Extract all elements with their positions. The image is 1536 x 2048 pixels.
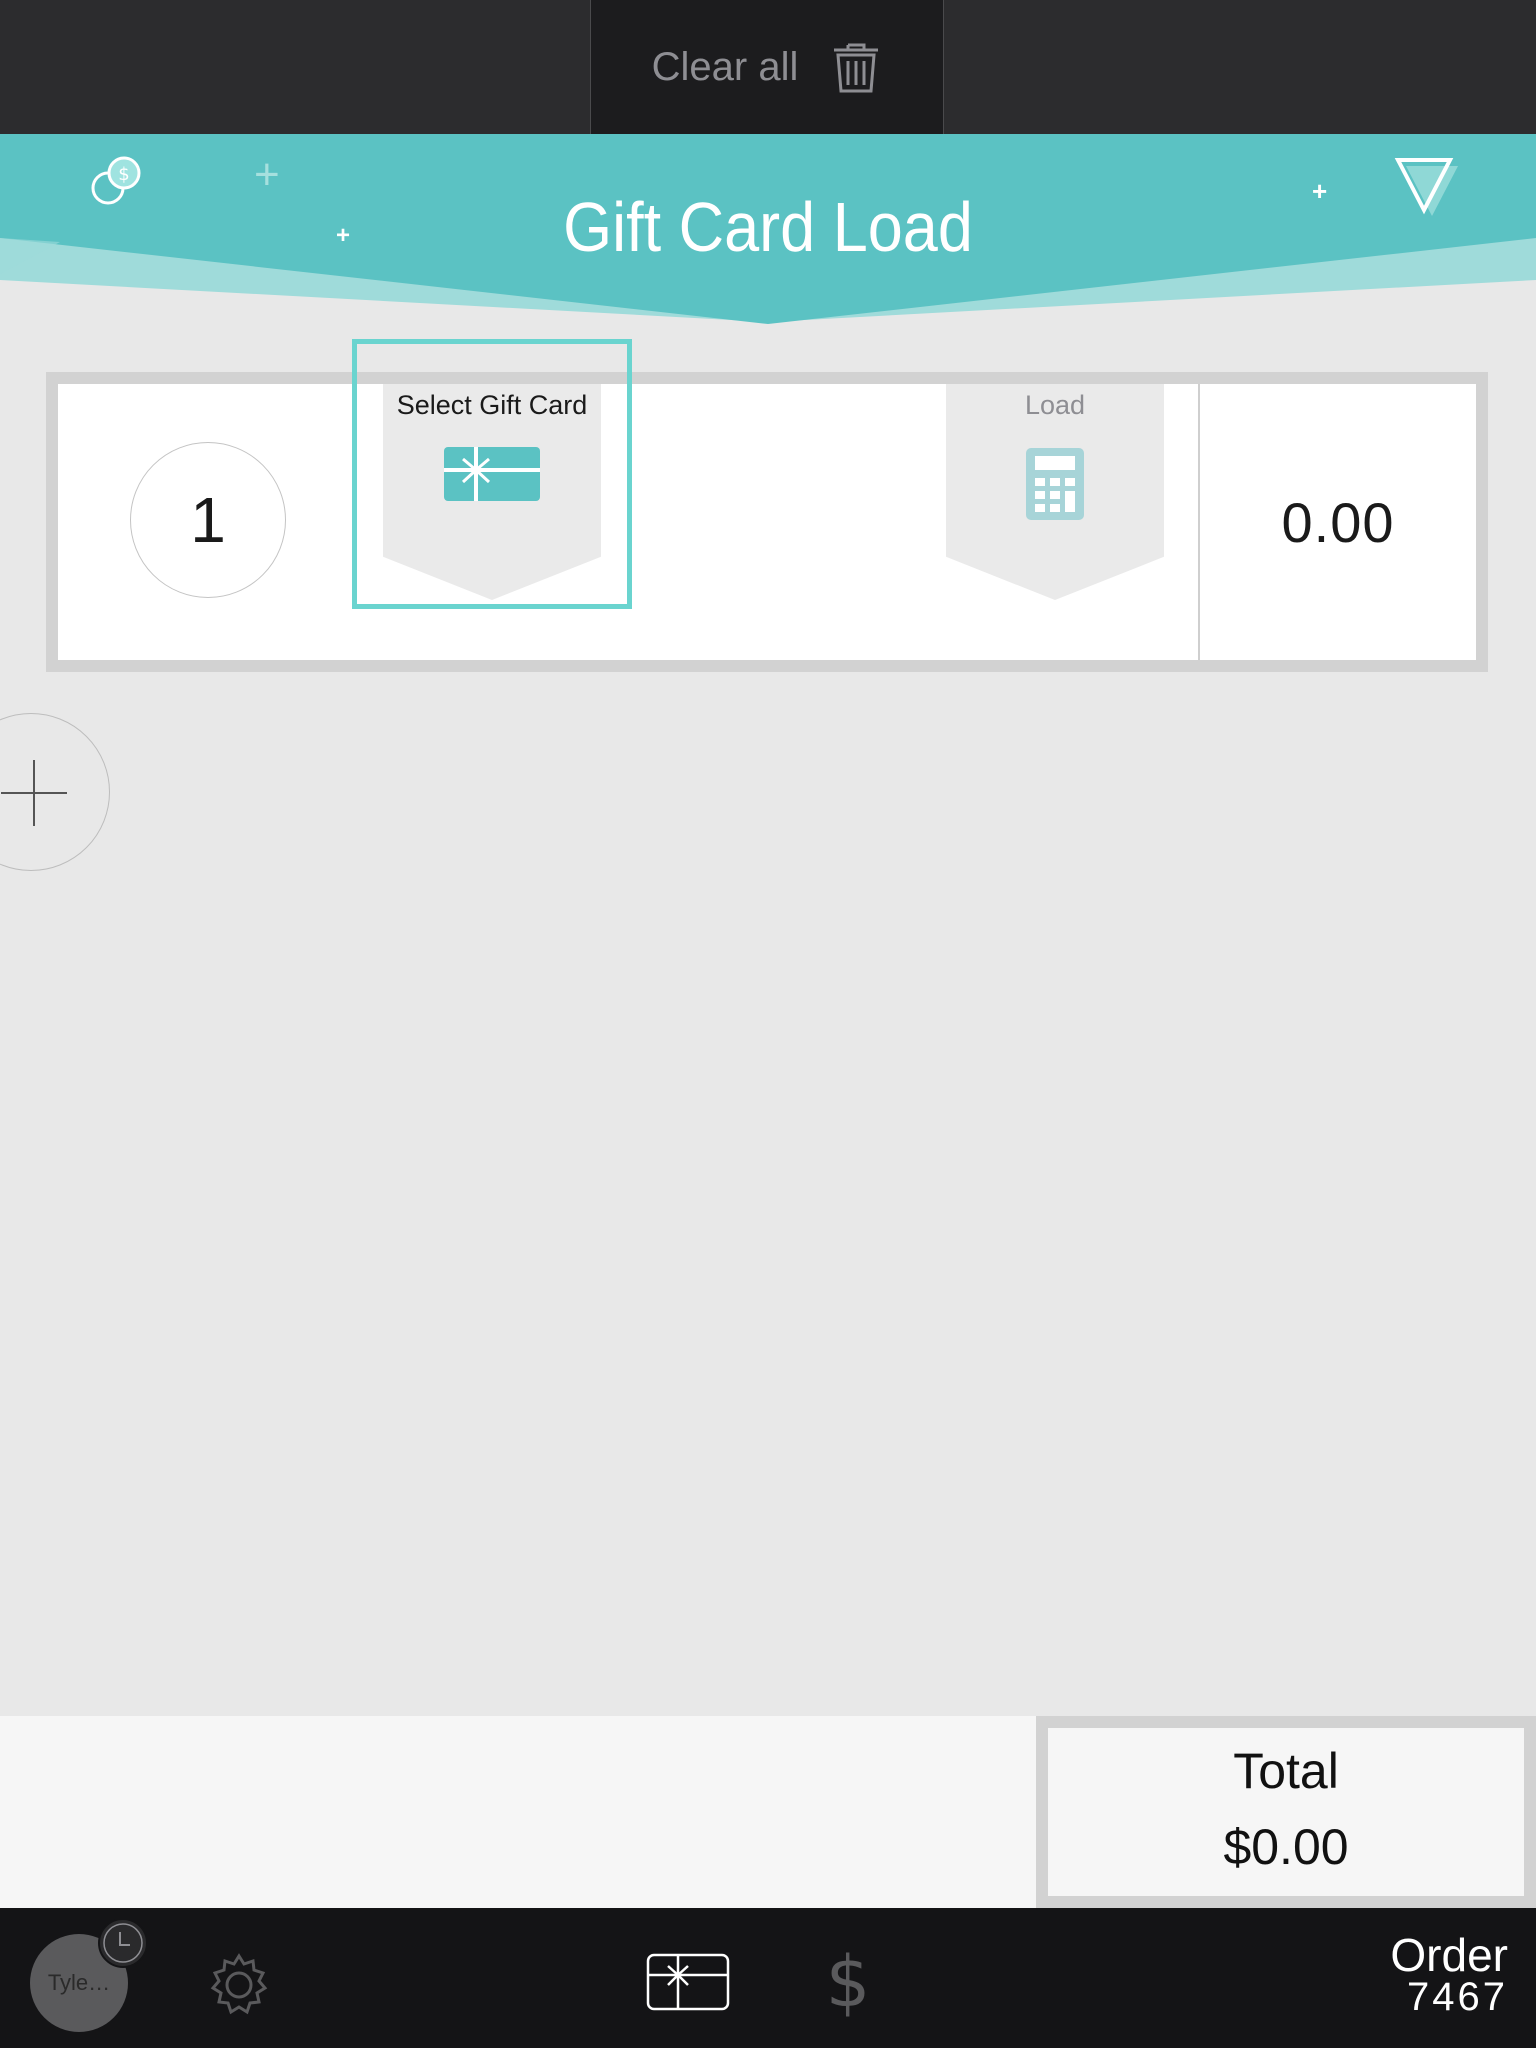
calculator-icon	[1026, 448, 1084, 520]
row-number: 1	[130, 442, 286, 598]
total-label: Total	[1233, 1743, 1339, 1799]
select-gift-card-label: Select Gift Card	[396, 390, 588, 420]
total-value: $0.00	[1223, 1819, 1349, 1875]
clear-all-label: Clear all	[651, 44, 799, 89]
clock-icon	[98, 1918, 148, 1968]
summary-strip	[0, 1716, 1036, 1908]
load-label: Load	[1024, 390, 1086, 420]
trash-icon	[834, 43, 879, 93]
add-row-button[interactable]	[0, 713, 110, 871]
select-gift-card-button[interactable]: Select Gift Card	[383, 384, 601, 600]
plus-icon	[33, 760, 35, 826]
top-bar: Clear all	[0, 0, 1536, 135]
gift-card-row: 1 Select Gift Card Load 0.00	[46, 372, 1488, 672]
total-panel: Total $0.00	[1036, 1716, 1536, 1908]
order-number: 7467	[1407, 1975, 1508, 2019]
gift-card-nav-icon[interactable]	[646, 1953, 730, 2011]
load-amount-button[interactable]: Load	[946, 384, 1164, 600]
gift-card-icon	[444, 447, 540, 501]
svg-text:$: $	[826, 1944, 870, 2020]
triangle-down-icon[interactable]	[1394, 158, 1460, 218]
total-box: Total $0.00	[1048, 1728, 1524, 1896]
row-amount[interactable]: 0.00	[1200, 384, 1476, 660]
bottom-nav: Tyle… $ Order 7467	[0, 1908, 1536, 2048]
dollar-icon[interactable]: $	[826, 1944, 870, 2020]
gear-icon[interactable]	[206, 1952, 272, 2018]
user-name: Tyle…	[47, 1970, 111, 1995]
row-content: 1 Select Gift Card Load 0.00	[58, 384, 1476, 660]
clear-all-button[interactable]: Clear all	[590, 0, 944, 134]
page-title: Gift Card Load	[563, 188, 973, 266]
